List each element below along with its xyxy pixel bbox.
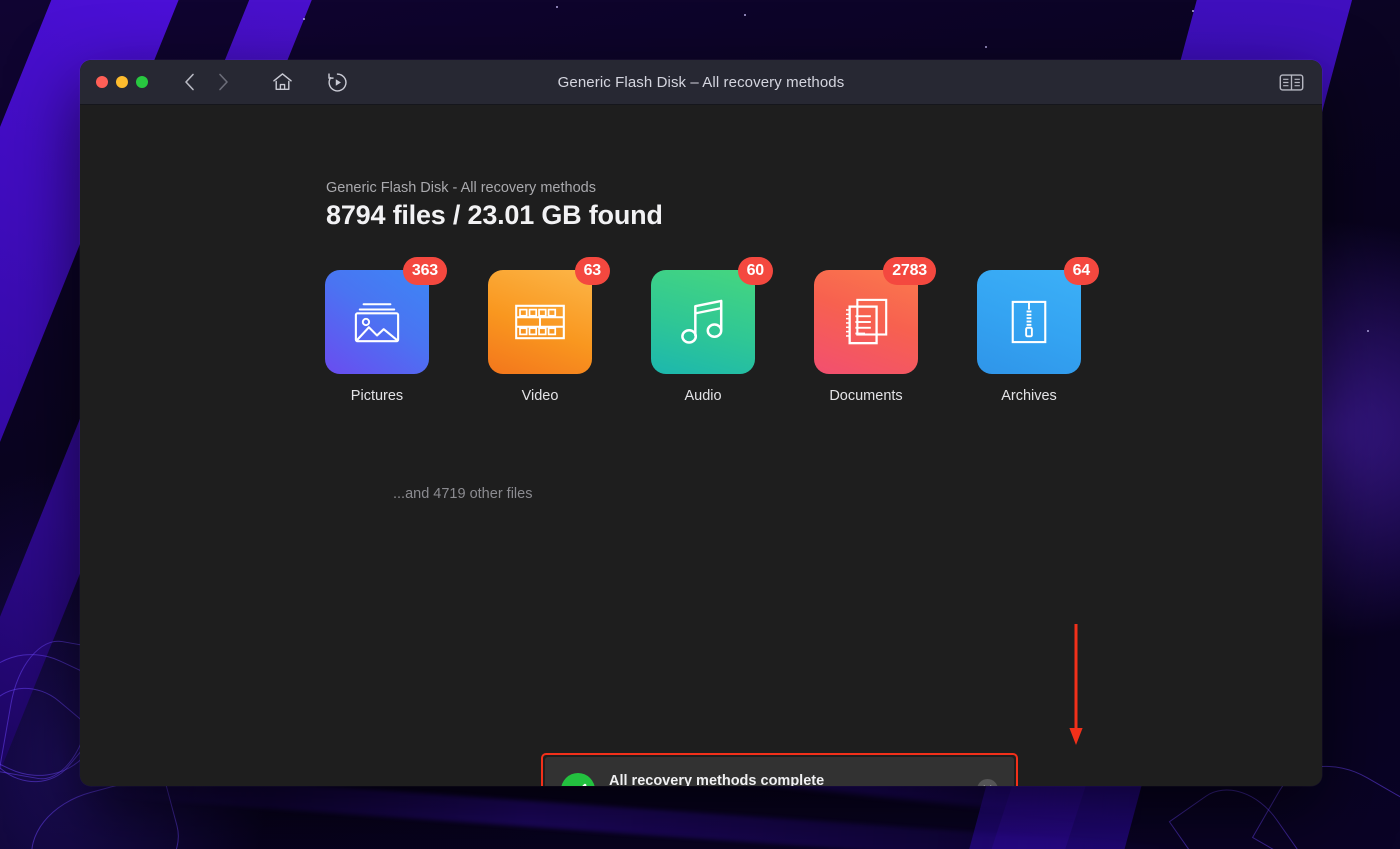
category-video[interactable]: 63 Video bbox=[488, 257, 610, 404]
history-play-icon[interactable] bbox=[322, 69, 352, 95]
navigation-controls bbox=[175, 69, 237, 95]
category-label: Video bbox=[521, 388, 559, 404]
scan-summary-header: Generic Flash Disk - All recovery method… bbox=[326, 180, 663, 231]
two-pane-view-icon[interactable] bbox=[1279, 73, 1304, 92]
music-note-icon bbox=[681, 299, 723, 344]
category-badge: 363 bbox=[402, 257, 447, 285]
wallpaper-dot bbox=[1192, 10, 1194, 12]
category-badge: 2783 bbox=[883, 257, 936, 285]
category-tile[interactable]: 64 bbox=[977, 257, 1099, 374]
check-circle-icon bbox=[561, 772, 595, 786]
wallpaper-dot bbox=[985, 46, 987, 48]
category-label: Pictures bbox=[350, 388, 404, 404]
category-pictures[interactable]: 363 Pictures bbox=[325, 257, 447, 404]
notification-banner: All recovery methods complete 8794 files… bbox=[545, 757, 1014, 786]
back-button[interactable] bbox=[175, 69, 203, 95]
minimize-window-button[interactable] bbox=[116, 76, 128, 88]
documents-icon bbox=[845, 298, 888, 345]
annotation-arrow bbox=[1068, 624, 1084, 746]
category-badge: 64 bbox=[1063, 257, 1099, 285]
scan-source-label: Generic Flash Disk - All recovery method… bbox=[326, 180, 596, 196]
category-label: Audio bbox=[684, 388, 722, 404]
category-audio[interactable]: 60 Audio bbox=[651, 257, 773, 404]
category-tile[interactable]: 2783 bbox=[814, 257, 936, 374]
other-files-label: ...and 4719 other files bbox=[393, 486, 533, 502]
category-documents[interactable]: 2783 Documents bbox=[814, 257, 936, 404]
category-label: Documents bbox=[829, 388, 903, 404]
traffic-lights bbox=[96, 76, 148, 88]
picture-icon bbox=[354, 303, 400, 343]
scan-total-label: 8794 files / 23.01 GB found bbox=[326, 200, 663, 230]
wallpaper-dot bbox=[303, 18, 305, 20]
maximize-window-button[interactable] bbox=[136, 76, 148, 88]
wallpaper-dot bbox=[744, 14, 746, 16]
window-body: Generic Flash Disk - All recovery method… bbox=[80, 105, 1322, 786]
close-circle-icon[interactable] bbox=[977, 779, 998, 786]
film-icon bbox=[515, 304, 565, 340]
category-archives[interactable]: 64 Archives bbox=[977, 257, 1099, 404]
file-category-grid: 363 Pictures 63 Video 60 Audio 2783 Docu… bbox=[325, 257, 1099, 404]
home-icon[interactable] bbox=[267, 69, 297, 95]
wallpaper-dot bbox=[556, 6, 558, 8]
category-label: Archives bbox=[1001, 388, 1057, 404]
category-badge: 60 bbox=[737, 257, 773, 285]
close-window-button[interactable] bbox=[96, 76, 108, 88]
notification-text: All recovery methods complete 8794 files… bbox=[609, 773, 824, 787]
category-tile[interactable]: 60 bbox=[651, 257, 773, 374]
notification-highlight-box: All recovery methods complete 8794 files… bbox=[541, 753, 1018, 786]
zip-icon bbox=[1011, 300, 1047, 344]
category-tile[interactable]: 63 bbox=[488, 257, 610, 374]
notification-title: All recovery methods complete bbox=[609, 772, 825, 787]
category-tile[interactable]: 363 bbox=[325, 257, 447, 374]
window-titlebar: Generic Flash Disk – All recovery method… bbox=[80, 60, 1322, 105]
wallpaper-dot bbox=[1367, 330, 1369, 332]
forward-button[interactable] bbox=[209, 69, 237, 95]
app-window: Generic Flash Disk – All recovery method… bbox=[80, 60, 1322, 786]
category-badge: 63 bbox=[574, 257, 610, 285]
